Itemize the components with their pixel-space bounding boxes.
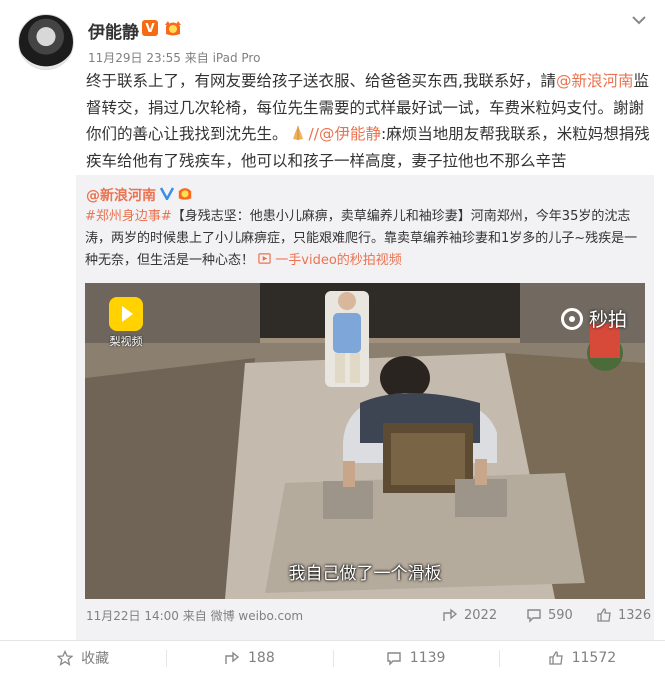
original-like-action[interactable]: 1326 bbox=[596, 607, 651, 623]
favorite-button[interactable]: 收藏 bbox=[0, 641, 166, 675]
action-bar: 收藏 188 1139 11572 bbox=[0, 640, 665, 675]
original-source: 来自 微博 weibo.com bbox=[182, 609, 304, 623]
original-repost-count: 2022 bbox=[464, 607, 498, 623]
chevron-down-icon[interactable] bbox=[631, 14, 647, 26]
like-button[interactable]: 11572 bbox=[498, 641, 665, 675]
play-logo-icon bbox=[109, 297, 143, 331]
avatar[interactable] bbox=[18, 14, 74, 70]
original-repost-action[interactable]: 2022 bbox=[442, 607, 497, 623]
original-comment-count: 590 bbox=[548, 607, 573, 623]
video-subtitle: 我自己做了一个滑板 bbox=[288, 564, 442, 584]
original-meta: 11月22日 14:00 来自 微博 weibo.com bbox=[86, 607, 303, 624]
comment-count: 1139 bbox=[409, 650, 446, 666]
video-link-icon bbox=[258, 253, 271, 264]
share-icon bbox=[443, 608, 458, 621]
original-text: #郑州身边事#【身残志坚：他患小儿麻痹，卖草编养儿和袖珍妻】河南郑州，今年35岁… bbox=[85, 206, 650, 272]
watermark-text: 秒拍 bbox=[588, 309, 627, 331]
post-source: 来自 iPad Pro bbox=[184, 51, 261, 65]
like-count: 11572 bbox=[571, 650, 617, 666]
original-comment-action[interactable]: 590 bbox=[526, 607, 573, 623]
member-level-icon[interactable] bbox=[163, 19, 183, 37]
star-icon bbox=[57, 650, 74, 666]
video-player[interactable]: 梨视频 秒拍 我自己做了一个滑板 bbox=[85, 283, 645, 599]
topic-link[interactable]: #郑州身边事# bbox=[85, 209, 172, 224]
praying-hands-icon bbox=[292, 126, 303, 140]
comment-button[interactable]: 1139 bbox=[332, 641, 499, 675]
verified-badge-icon: V bbox=[142, 20, 158, 36]
post-username[interactable]: 伊能静 bbox=[88, 18, 139, 43]
share-icon bbox=[225, 651, 240, 664]
favorite-label: 收藏 bbox=[81, 651, 110, 667]
video-link[interactable]: 一手video的秒拍视频 bbox=[275, 253, 402, 268]
comment-icon bbox=[387, 652, 401, 666]
post-timestamp[interactable]: 11月29日 23:55 bbox=[88, 51, 181, 65]
original-timestamp[interactable]: 11月22日 14:00 bbox=[86, 609, 179, 623]
repost-box[interactable]: @新浪河南 #郑州身边事#【身残志坚：他患小儿麻痹，卖草编养儿和袖珍妻】河南郑州… bbox=[76, 175, 654, 640]
repost-count: 188 bbox=[248, 650, 275, 666]
comment-icon bbox=[527, 609, 541, 623]
app-logo: 梨视频 bbox=[109, 297, 143, 349]
verified-v-icon bbox=[160, 187, 174, 200]
original-like-count: 1326 bbox=[618, 607, 652, 623]
miaopai-logo-icon bbox=[560, 307, 583, 330]
post-text: 终于联系上了，有网友要给孩子送衣服、给爸爸买东西,我联系好，請@新浪河南监督转交… bbox=[86, 68, 656, 174]
thumbs-up-icon bbox=[597, 608, 611, 622]
mention-link[interactable]: //@伊能静 bbox=[309, 125, 381, 143]
miaopai-watermark: 秒拍 bbox=[560, 305, 627, 332]
app-logo-label: 梨视频 bbox=[109, 335, 143, 348]
post-text-part: 终于联系上了，有网友要给孩子送衣服、给爸爸买东西,我联系好，請 bbox=[86, 72, 556, 90]
thumbs-up-icon bbox=[548, 651, 563, 665]
post-meta: 11月29日 23:55 来自 iPad Pro bbox=[88, 49, 260, 66]
mention-link[interactable]: @新浪河南 bbox=[556, 72, 634, 90]
repost-button[interactable]: 188 bbox=[166, 641, 332, 675]
member-level-icon[interactable] bbox=[176, 185, 194, 201]
original-username[interactable]: @新浪河南 bbox=[86, 185, 156, 205]
